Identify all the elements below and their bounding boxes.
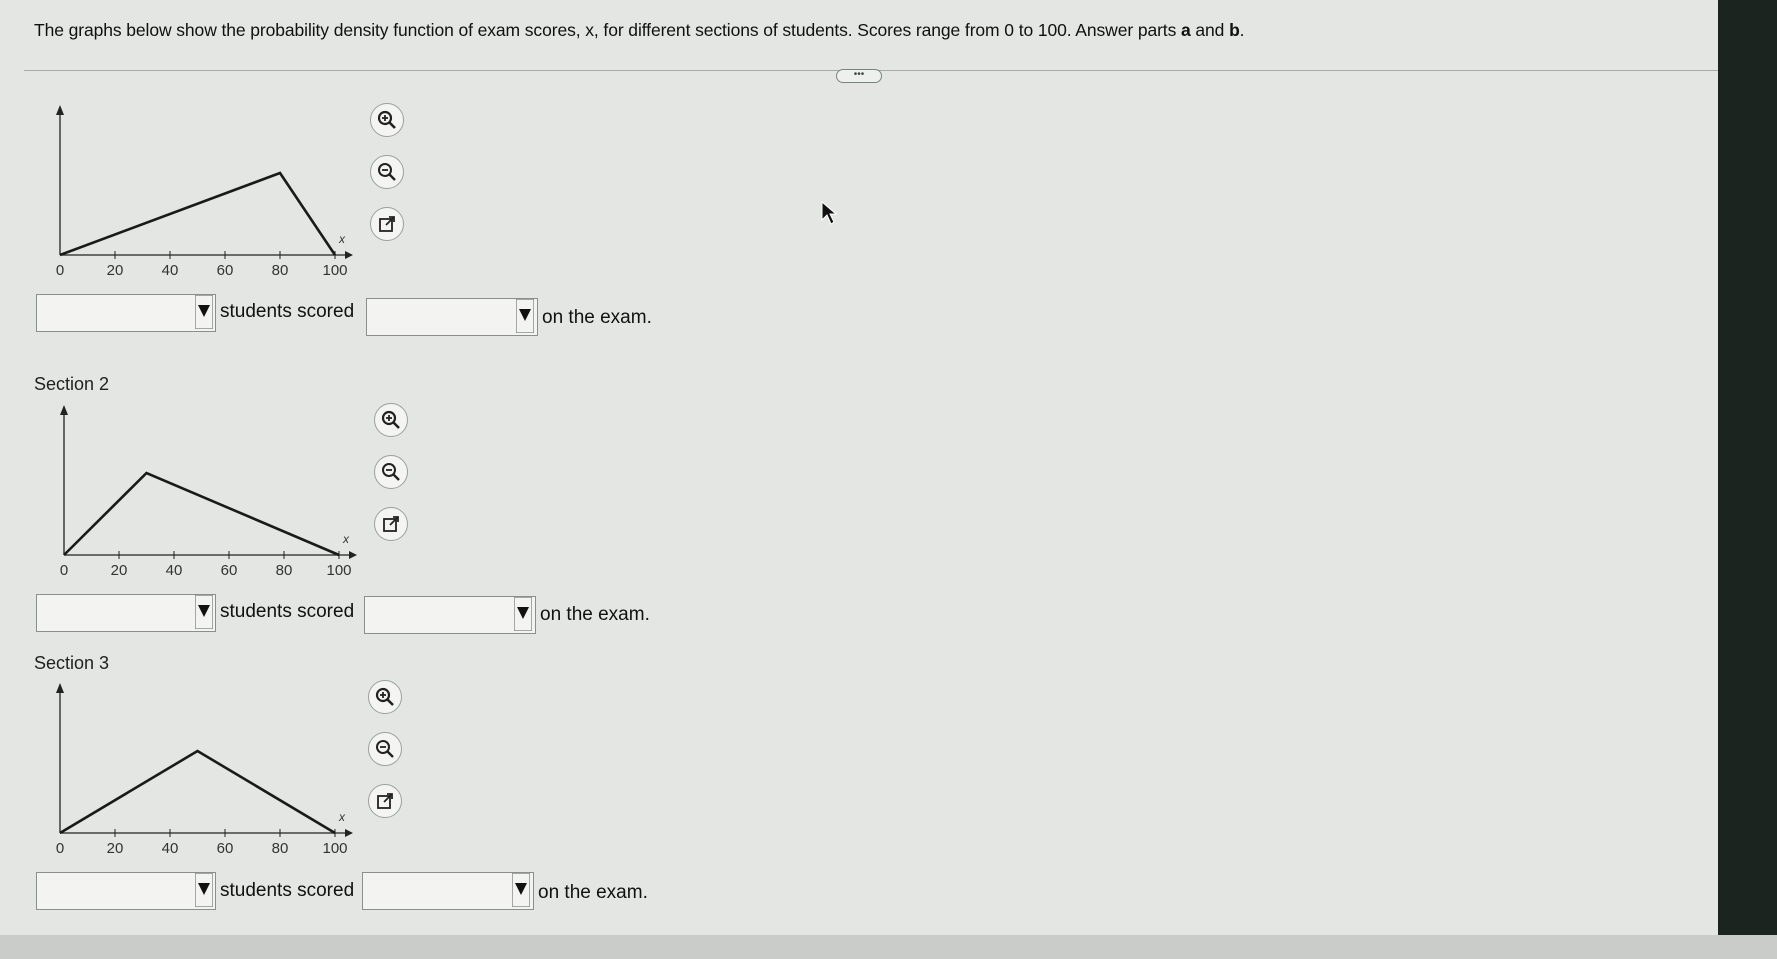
- x-tick-label: 40: [166, 562, 183, 579]
- x-tick-label: 0: [56, 262, 64, 279]
- density-line: [63, 471, 340, 557]
- section-2-graph: x 0 20 40 60 80 100: [44, 400, 384, 595]
- zoom-out-button[interactable]: [370, 155, 404, 189]
- section-3-middle-text: students scored: [220, 880, 355, 901]
- open-external-icon: [383, 516, 399, 532]
- section-3-graph-svg: x 0 20 40 60 80 100: [56, 683, 353, 857]
- section-2-tools: [374, 403, 410, 559]
- section-1-middle-text: students scored: [220, 301, 355, 322]
- section-3-right-dropdown[interactable]: [362, 872, 534, 910]
- zoom-out-icon: [376, 740, 394, 758]
- instructions-and: and: [1190, 20, 1230, 40]
- section-3-left-dropdown[interactable]: [36, 872, 216, 910]
- x-tick-label: 100: [326, 562, 351, 579]
- section-1-end-text: on the exam.: [542, 307, 652, 328]
- density-line: [59, 749, 336, 835]
- chevron-down-icon[interactable]: [512, 873, 530, 907]
- section-2-end-text: on the exam.: [540, 604, 650, 625]
- section-3-answer-row: students scored on the exam.: [36, 872, 676, 912]
- chevron-down-icon[interactable]: [195, 873, 213, 907]
- screen: The graphs below show the probability de…: [0, 0, 1740, 935]
- x-tick-label: 60: [217, 840, 234, 857]
- section-1-answer-row: students scored on the exam.: [36, 294, 676, 336]
- instructions: The graphs below show the probability de…: [34, 20, 1245, 41]
- section-1-tools: [370, 103, 406, 259]
- zoom-in-icon: [375, 687, 394, 706]
- open-external-button[interactable]: [374, 507, 408, 541]
- x-tick-label: 80: [276, 562, 293, 579]
- section-2-answer-row: students scored on the exam.: [36, 594, 676, 634]
- x-tick-label: 100: [322, 262, 347, 279]
- zoom-out-button[interactable]: [374, 455, 408, 489]
- chevron-down-icon[interactable]: [195, 295, 213, 329]
- more-button[interactable]: •••: [836, 69, 882, 83]
- section-2-label: Section 2: [34, 374, 110, 394]
- zoom-in-button[interactable]: [370, 103, 404, 137]
- section-1-graph: x 0 20 40 60 80 100: [40, 100, 380, 295]
- open-external-icon: [377, 793, 393, 809]
- x-axis-label: x: [338, 810, 346, 824]
- x-tick-label: 80: [272, 840, 289, 857]
- x-tick-label: 40: [162, 840, 179, 857]
- x-tick-label: 20: [111, 562, 128, 579]
- section-2-left-dropdown[interactable]: [36, 594, 216, 632]
- x-tick-label: 0: [60, 562, 68, 579]
- x-tick-label: 0: [56, 840, 64, 857]
- open-external-button[interactable]: [370, 207, 404, 241]
- instructions-period: .: [1239, 20, 1245, 40]
- x-axis-arrow: [345, 251, 353, 259]
- zoom-out-icon: [382, 463, 400, 481]
- section-2-right-dropdown[interactable]: [364, 596, 536, 634]
- section-3-graph: x 0 20 40 60 80 100: [40, 678, 380, 873]
- x-tick-label: 60: [221, 562, 238, 579]
- zoom-in-button[interactable]: [368, 680, 402, 714]
- section-3-end-text: on the exam.: [538, 882, 648, 903]
- x-tick-label: 80: [272, 262, 289, 279]
- y-axis-arrow: [60, 405, 68, 415]
- x-axis-label: x: [338, 232, 346, 246]
- x-axis-label: x: [342, 532, 350, 546]
- x-tick-label: 60: [217, 262, 234, 279]
- x-axis-arrow: [345, 829, 353, 837]
- section-2-graph-svg: x 0 20 40 60 80 100: [60, 405, 357, 579]
- chevron-down-icon[interactable]: [514, 597, 532, 631]
- open-external-icon: [379, 216, 395, 232]
- instructions-part-a: a: [1181, 20, 1191, 40]
- open-external-button[interactable]: [368, 784, 402, 818]
- x-tick-label: 40: [162, 262, 179, 279]
- x-tick-label: 100: [322, 840, 347, 857]
- zoom-out-icon: [378, 163, 396, 181]
- x-tick-label: 20: [107, 840, 124, 857]
- section-1-left-dropdown[interactable]: [36, 294, 216, 332]
- zoom-in-icon: [377, 110, 396, 129]
- x-axis-arrow: [349, 551, 357, 559]
- chevron-down-icon[interactable]: [516, 299, 534, 333]
- section-3-tools: [368, 680, 404, 836]
- right-bezel: [1718, 0, 1777, 959]
- zoom-out-button[interactable]: [368, 732, 402, 766]
- x-tick-label: 20: [107, 262, 124, 279]
- zoom-in-button[interactable]: [374, 403, 408, 437]
- section-1-graph-svg: x 0 20 40 60 80 100: [56, 105, 353, 279]
- section-1-right-dropdown[interactable]: [366, 298, 538, 336]
- zoom-in-icon: [381, 410, 400, 429]
- bottom-strip: [0, 935, 1777, 959]
- mouse-cursor-icon: [821, 200, 838, 225]
- section-2-middle-text: students scored: [220, 601, 355, 622]
- instructions-part-b: b: [1229, 20, 1240, 40]
- instructions-text: The graphs below show the probability de…: [34, 20, 1181, 40]
- density-line: [59, 171, 337, 257]
- y-axis-arrow: [56, 683, 64, 693]
- section-3-label: Section 3: [34, 653, 110, 673]
- chevron-down-icon[interactable]: [195, 595, 213, 629]
- y-axis-arrow: [56, 105, 64, 115]
